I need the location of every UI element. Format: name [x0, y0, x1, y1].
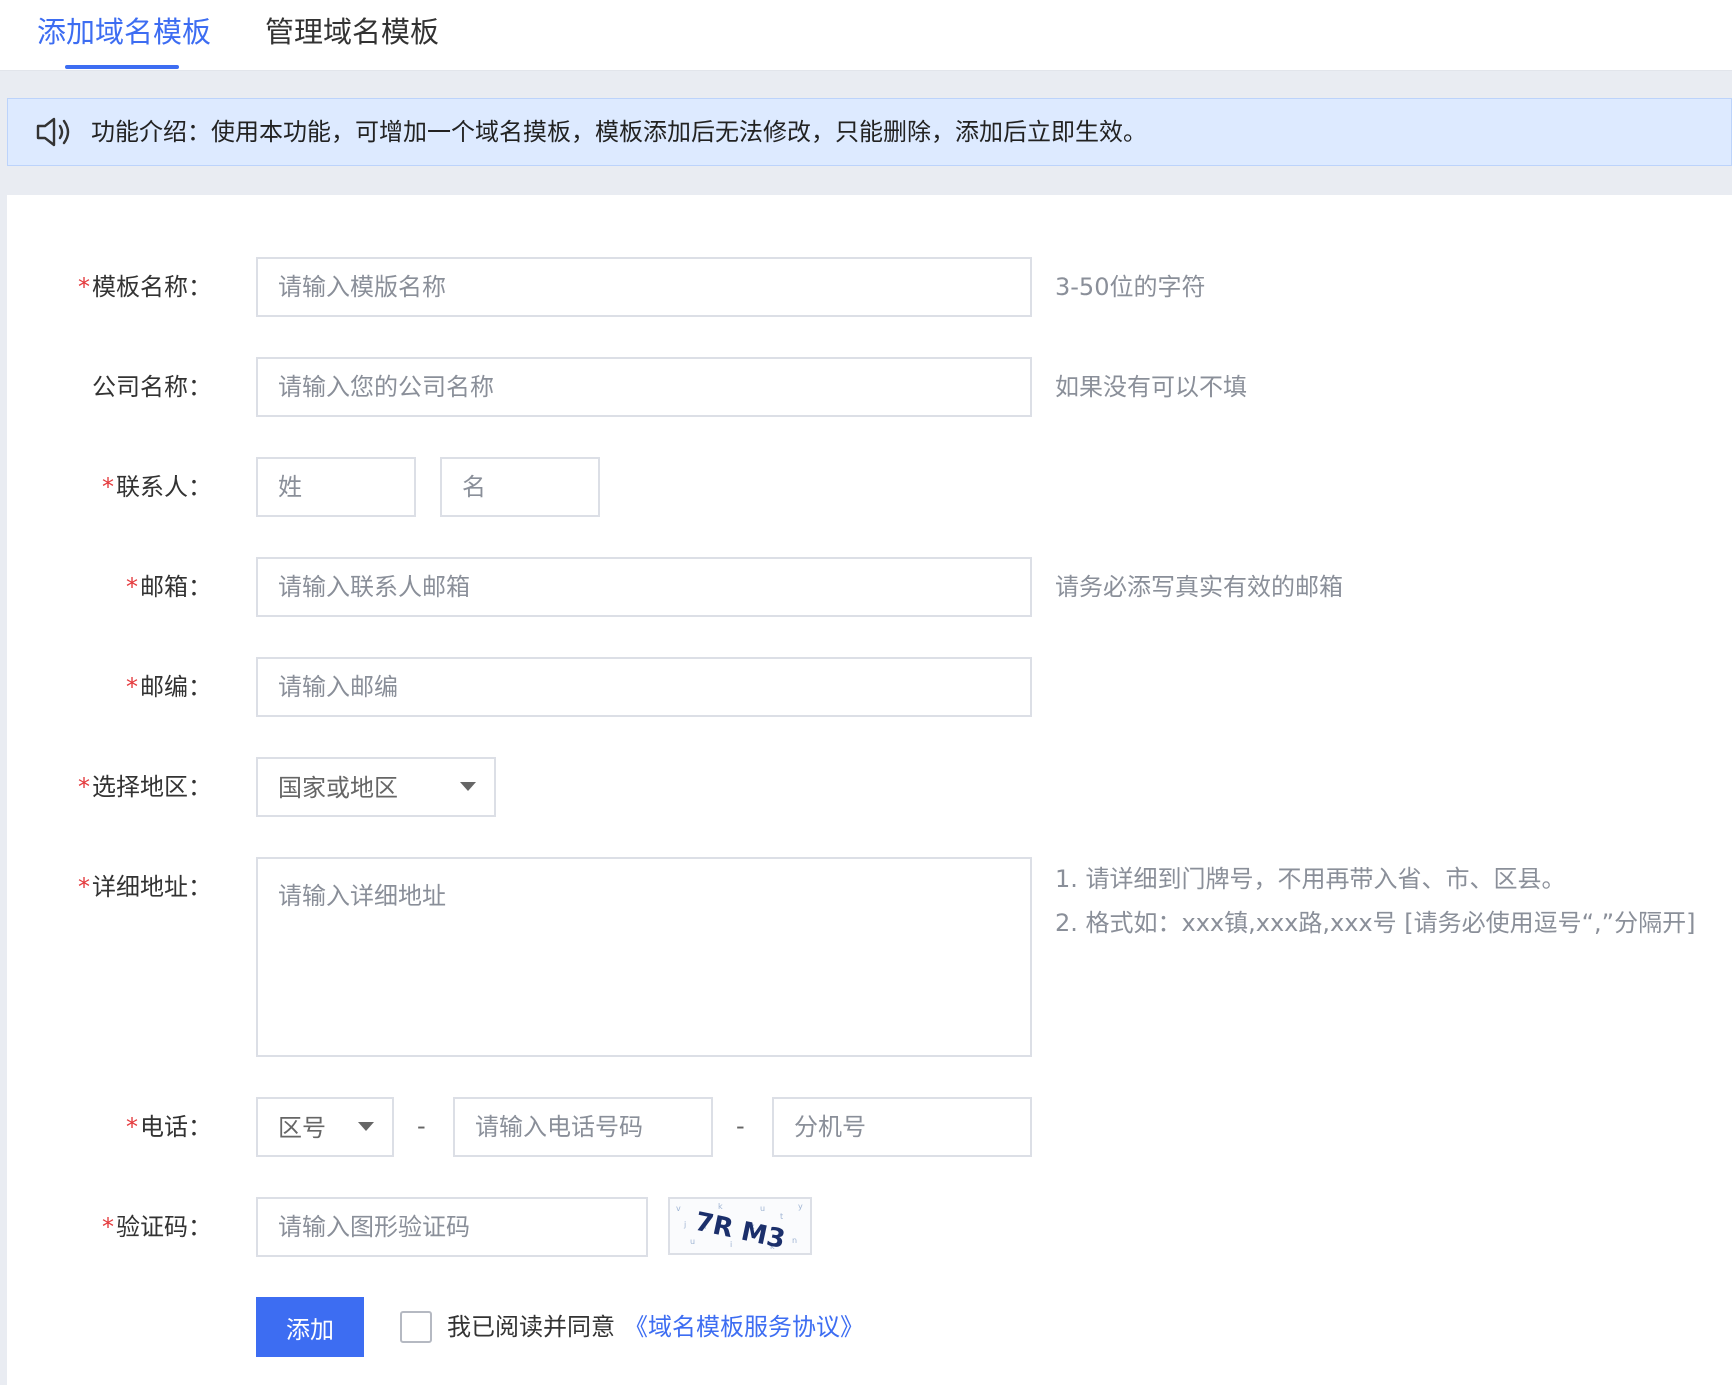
- given-name-input[interactable]: [440, 457, 600, 517]
- captcha-label: *验证码：: [102, 1213, 212, 1241]
- email-hint: 请务必添写真实有效的邮箱: [1055, 573, 1343, 601]
- captcha-image[interactable]: vuk iut nkf xyj 7R M3: [668, 1197, 812, 1255]
- svg-text:n: n: [792, 1236, 797, 1245]
- speaker-icon: [36, 117, 70, 147]
- template-name-hint: 3-50位的字符: [1055, 273, 1206, 301]
- captcha-image-graphic: vuk iut nkf xyj 7R M3: [676, 1202, 803, 1253]
- tab-add-template[interactable]: 添加域名模板: [37, 12, 211, 52]
- region-label: *选择地区：: [78, 773, 212, 801]
- notice-banner: 功能介绍：使用本功能，可增加一个域名摸板，模板添加后无法修改，只能删除，添加后立…: [7, 98, 1732, 166]
- add-button[interactable]: 添加: [256, 1297, 364, 1357]
- phone-number-input[interactable]: [453, 1097, 713, 1157]
- svg-text:u: u: [690, 1237, 695, 1246]
- email-input[interactable]: [256, 557, 1032, 617]
- notice-text: 功能介绍：使用本功能，可增加一个域名摸板，模板添加后无法修改，只能删除，添加后立…: [91, 118, 1147, 146]
- postcode-input[interactable]: [256, 657, 1032, 717]
- tab-manage-template[interactable]: 管理域名模板: [265, 12, 439, 52]
- address-hint-2: 2. 格式如：xxx镇,xxx路,xxx号 [请务必使用逗号“,”分隔开]: [1055, 909, 1696, 937]
- svg-text:t: t: [780, 1212, 783, 1221]
- address-textarea[interactable]: [256, 857, 1032, 1057]
- postcode-label: *邮编：: [126, 673, 212, 701]
- tab-bar: 添加域名模板 管理域名模板: [0, 0, 1732, 71]
- active-tab-indicator: [65, 65, 179, 69]
- contact-label: *联系人：: [102, 473, 212, 501]
- company-name-label: 公司名称：: [92, 373, 212, 401]
- company-name-input[interactable]: [256, 357, 1032, 417]
- captcha-input[interactable]: [256, 1197, 648, 1257]
- address-label: *详细地址：: [78, 873, 212, 901]
- phone-extension-input[interactable]: [772, 1097, 1032, 1157]
- region-select-value: 国家或地区: [278, 774, 398, 802]
- svg-text:k: k: [718, 1202, 723, 1211]
- area-code-select[interactable]: 区号: [256, 1097, 394, 1157]
- captcha-image-text: 7R M3: [692, 1207, 787, 1253]
- svg-text:u: u: [760, 1204, 765, 1213]
- svg-text:j: j: [683, 1220, 686, 1229]
- email-label: *邮箱：: [126, 573, 212, 601]
- surname-input[interactable]: [256, 457, 416, 517]
- template-name-input[interactable]: [256, 257, 1032, 317]
- svg-text:v: v: [676, 1204, 681, 1213]
- agree-checkbox[interactable]: [400, 1311, 432, 1343]
- agreement-link[interactable]: 《域名模板服务协议》: [624, 1310, 864, 1344]
- chevron-down-icon: [358, 1122, 374, 1131]
- address-hint-1: 1. 请详细到门牌号，不用再带入省、市、区县。: [1055, 865, 1566, 893]
- agree-text: 我已阅读并同意: [447, 1313, 615, 1341]
- template-name-label: *模板名称：: [78, 273, 212, 301]
- phone-separator: -: [736, 1112, 745, 1140]
- region-select[interactable]: 国家或地区: [256, 757, 496, 817]
- phone-separator: -: [417, 1112, 426, 1140]
- phone-label: *电话：: [126, 1113, 212, 1141]
- svg-text:y: y: [798, 1202, 803, 1211]
- area-code-select-value: 区号: [278, 1114, 326, 1142]
- company-name-hint: 如果没有可以不填: [1055, 373, 1247, 401]
- chevron-down-icon: [460, 782, 476, 791]
